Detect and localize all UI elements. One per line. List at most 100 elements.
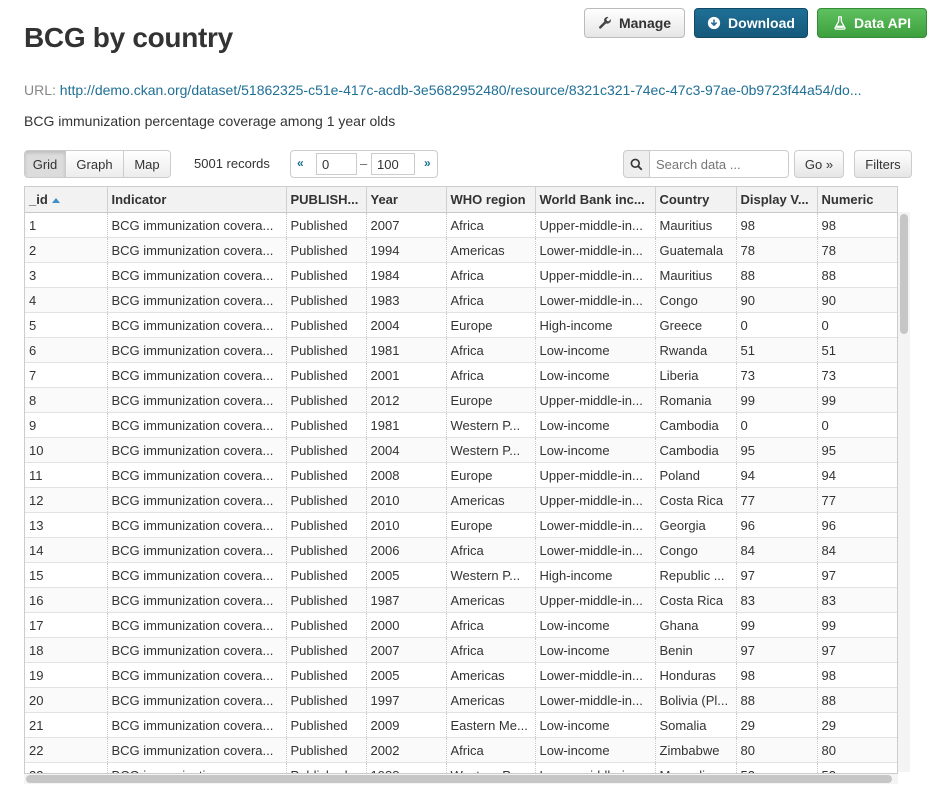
table-cell[interactable]: 73 bbox=[736, 362, 818, 388]
table-cell[interactable]: 22 bbox=[25, 737, 108, 763]
table-cell[interactable]: 1981 bbox=[366, 337, 447, 363]
table-cell[interactable]: Published bbox=[286, 312, 367, 338]
table-cell[interactable]: Europe bbox=[446, 387, 536, 413]
table-cell[interactable]: Greece bbox=[655, 312, 737, 338]
table-cell[interactable]: 99 bbox=[736, 612, 818, 638]
table-cell[interactable]: Cambodia bbox=[655, 412, 737, 438]
table-cell[interactable]: BCG immunization covera... bbox=[107, 587, 287, 613]
table-cell[interactable]: 2005 bbox=[366, 662, 447, 688]
table-cell[interactable]: BCG immunization covera... bbox=[107, 662, 287, 688]
table-row[interactable]: 21 BCG immunization covera... Published 200… bbox=[25, 712, 897, 738]
table-cell[interactable]: 10 bbox=[25, 437, 108, 463]
table-cell[interactable]: 97 bbox=[817, 562, 897, 588]
column-header[interactable]: PUBLISH... bbox=[286, 187, 367, 213]
table-row[interactable]: 23BCG immunization covera...Published198… bbox=[25, 762, 897, 773]
column-header[interactable]: _id bbox=[25, 187, 108, 213]
table-cell[interactable]: Published bbox=[286, 287, 367, 313]
table-cell[interactable]: 2004 bbox=[366, 437, 447, 463]
table-cell[interactable]: 83 bbox=[736, 587, 818, 613]
table-cell[interactable]: Somalia bbox=[655, 712, 737, 738]
table-cell[interactable]: Published bbox=[286, 562, 367, 588]
table-cell[interactable]: BCG immunization covera... bbox=[107, 737, 287, 763]
table-cell[interactable]: Published bbox=[286, 687, 367, 713]
table-cell[interactable]: 88 bbox=[736, 262, 818, 288]
table-cell[interactable]: 5 bbox=[25, 312, 108, 338]
table-cell[interactable]: Americas bbox=[446, 487, 536, 513]
table-row[interactable]: 9 BCG immunization covera... Published 1981… bbox=[25, 412, 897, 438]
table-cell[interactable]: 2008 bbox=[366, 462, 447, 488]
table-cell[interactable]: Europe bbox=[446, 312, 536, 338]
table-cell[interactable]: Lower-middle-in... bbox=[535, 762, 656, 773]
column-header[interactable]: Year bbox=[366, 187, 447, 213]
table-cell[interactable]: Honduras bbox=[655, 662, 737, 688]
table-cell[interactable]: Low-income bbox=[535, 712, 656, 738]
table-cell[interactable]: Published bbox=[286, 437, 367, 463]
table-cell[interactable]: Bolivia (Pl... bbox=[655, 687, 737, 713]
table-cell[interactable]: 98 bbox=[736, 662, 818, 688]
table-row[interactable]: 18 BCG immunization covera... Published 200… bbox=[25, 637, 897, 663]
table-cell[interactable]: Poland bbox=[655, 462, 737, 488]
table-cell[interactable]: 4 bbox=[25, 287, 108, 313]
table-cell[interactable]: BCG immunization covera... bbox=[107, 512, 287, 538]
table-cell[interactable]: BCG immunization covera... bbox=[107, 387, 287, 413]
table-cell[interactable]: High-income bbox=[535, 312, 656, 338]
table-cell[interactable]: Published bbox=[286, 387, 367, 413]
go-button[interactable]: Go » bbox=[794, 150, 844, 178]
table-cell[interactable]: Costa Rica bbox=[655, 587, 737, 613]
table-cell[interactable]: Low-income bbox=[535, 737, 656, 763]
table-cell[interactable]: 96 bbox=[736, 512, 818, 538]
table-cell[interactable]: 88 bbox=[736, 687, 818, 713]
table-cell[interactable]: Published bbox=[286, 612, 367, 638]
table-cell[interactable]: BCG immunization covera... bbox=[107, 562, 287, 588]
table-cell[interactable]: 90 bbox=[817, 287, 897, 313]
table-cell[interactable]: BCG immunization covera... bbox=[107, 362, 287, 388]
table-cell[interactable]: Mongolia bbox=[655, 762, 737, 773]
table-cell[interactable]: 0 bbox=[736, 412, 818, 438]
table-row[interactable]: 15 BCG immunization covera... Published 200… bbox=[25, 562, 897, 588]
table-cell[interactable]: Low-income bbox=[535, 637, 656, 663]
table-cell[interactable]: 3 bbox=[25, 262, 108, 288]
table-cell[interactable]: Mauritius bbox=[655, 262, 737, 288]
view-tab-graph[interactable]: Graph bbox=[66, 151, 124, 177]
table-row[interactable]: 22 BCG immunization covera... Published 200… bbox=[25, 737, 897, 763]
data-api-button[interactable]: Data API bbox=[817, 8, 927, 38]
table-cell[interactable]: 98 bbox=[736, 212, 818, 238]
table-cell[interactable]: Published bbox=[286, 487, 367, 513]
table-cell[interactable]: 11 bbox=[25, 462, 108, 488]
table-cell[interactable]: BCG immunization covera... bbox=[107, 637, 287, 663]
table-cell[interactable]: Liberia bbox=[655, 362, 737, 388]
table-cell[interactable]: Ghana bbox=[655, 612, 737, 638]
table-cell[interactable]: 0 bbox=[817, 412, 897, 438]
table-cell[interactable]: Published bbox=[286, 737, 367, 763]
table-cell[interactable]: 9 bbox=[25, 412, 108, 438]
column-header[interactable]: Indicator bbox=[107, 187, 287, 213]
table-cell[interactable]: 2012 bbox=[366, 387, 447, 413]
table-cell[interactable]: Americas bbox=[446, 687, 536, 713]
table-cell[interactable]: Mauritius bbox=[655, 212, 737, 238]
table-cell[interactable]: 1994 bbox=[366, 237, 447, 263]
table-cell[interactable]: Published bbox=[286, 762, 367, 773]
table-cell[interactable]: Western P... bbox=[446, 412, 536, 438]
table-cell[interactable]: 51 bbox=[736, 337, 818, 363]
table-cell[interactable]: 2005 bbox=[366, 562, 447, 588]
table-cell[interactable]: Published bbox=[286, 637, 367, 663]
table-row[interactable]: 16 BCG immunization covera... Published 198… bbox=[25, 587, 897, 613]
table-cell[interactable]: Upper-middle-in... bbox=[535, 387, 656, 413]
table-cell[interactable]: 1988 bbox=[366, 762, 447, 773]
table-cell[interactable]: 2007 bbox=[366, 637, 447, 663]
table-cell[interactable]: Americas bbox=[446, 237, 536, 263]
table-cell[interactable]: Low-income bbox=[535, 362, 656, 388]
table-cell[interactable]: Western P... bbox=[446, 562, 536, 588]
table-cell[interactable]: BCG immunization covera... bbox=[107, 762, 287, 773]
vertical-scroll-thumb[interactable] bbox=[900, 214, 908, 334]
table-cell[interactable]: 84 bbox=[817, 537, 897, 563]
table-cell[interactable]: Lower-middle-in... bbox=[535, 537, 656, 563]
table-cell[interactable]: Upper-middle-in... bbox=[535, 462, 656, 488]
column-header[interactable]: Display V... bbox=[736, 187, 818, 213]
table-cell[interactable]: 2 bbox=[25, 237, 108, 263]
table-cell[interactable]: Published bbox=[286, 537, 367, 563]
pager-next-button[interactable]: » bbox=[424, 156, 431, 170]
table-cell[interactable]: Republic ... bbox=[655, 562, 737, 588]
table-cell[interactable]: Europe bbox=[446, 462, 536, 488]
table-cell[interactable]: 77 bbox=[817, 487, 897, 513]
